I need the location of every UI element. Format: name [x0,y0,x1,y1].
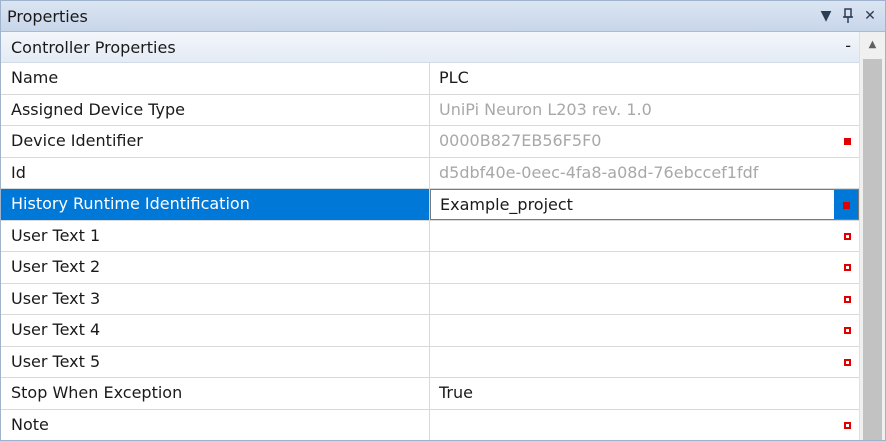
panel-title-bar: Properties ▼ ✕ [1,1,885,32]
property-row[interactable]: Note [1,409,859,441]
property-value-text: True [439,383,473,402]
property-value[interactable]: Example_project [430,189,859,220]
marker-cell[interactable] [834,190,858,219]
close-icon[interactable]: ✕ [861,5,879,27]
property-row[interactable]: Assigned Device Type UniPi Neuron L203 re… [1,94,859,126]
property-value[interactable] [430,410,859,441]
property-value: d5dbf40e-0eec-4fa8-a08d-76ebccef1fdf [430,158,859,189]
filled-marker-icon[interactable] [844,138,851,145]
panel-title: Properties [7,7,88,26]
property-value-text: PLC [439,68,469,87]
property-value: UniPi Neuron L203 rev. 1.0 [430,95,859,126]
property-name[interactable]: Assigned Device Type [1,94,430,125]
property-row[interactable]: User Text 5 [1,346,859,378]
filled-marker-icon[interactable] [843,202,850,209]
property-name[interactable]: Stop When Exception [1,378,430,409]
property-name[interactable]: Name [1,63,430,94]
hollow-marker-icon[interactable] [844,232,851,240]
property-value[interactable] [430,284,859,315]
property-value: 0000B827EB56F5F0 [430,126,859,157]
property-name[interactable]: User Text 5 [1,346,430,377]
property-row[interactable]: User Text 3 [1,283,859,315]
hollow-marker-icon[interactable] [844,421,851,429]
property-name[interactable]: History Runtime Identification [1,189,430,220]
scroll-thumb[interactable] [863,59,882,440]
property-row[interactable]: User Text 4 [1,315,859,347]
property-value[interactable] [430,221,859,252]
property-value[interactable]: PLC [430,63,859,94]
dropdown-icon[interactable]: ▼ [817,5,835,27]
property-name[interactable]: Note [1,409,430,440]
property-name[interactable]: User Text 1 [1,220,430,251]
property-value-text: UniPi Neuron L203 rev. 1.0 [439,99,652,119]
property-value[interactable] [430,315,859,346]
property-name[interactable]: User Text 4 [1,315,430,346]
property-row[interactable]: Name PLC [1,63,859,95]
category-controller-properties[interactable]: Controller Properties - [1,32,859,63]
pin-icon[interactable] [839,5,857,27]
property-name[interactable]: User Text 2 [1,252,430,283]
property-name[interactable]: User Text 3 [1,283,430,314]
property-value-text: Example_project [440,195,573,214]
properties-panel: Properties ▼ ✕ Controller Properties - N… [0,0,886,441]
property-row[interactable]: User Text 2 [1,252,859,284]
hollow-marker-icon[interactable] [844,358,851,366]
property-row[interactable]: Id d5dbf40e-0eec-4fa8-a08d-76ebccef1fdf [1,157,859,189]
scroll-up-icon[interactable]: ▲ [860,32,885,58]
property-value-text: d5dbf40e-0eec-4fa8-a08d-76ebccef1fdf [439,162,759,182]
property-value[interactable] [430,347,859,378]
property-row[interactable]: History Runtime Identification Example_pr… [1,189,859,221]
hollow-marker-icon[interactable] [844,295,851,303]
property-value[interactable] [430,252,859,283]
property-name[interactable]: Device Identifier [1,126,430,157]
category-label: Controller Properties [11,38,176,57]
property-row[interactable]: Stop When Exception True [1,378,859,410]
property-grid: Name PLC Assigned Device Type UniPi Neuron … [1,63,859,441]
property-row[interactable]: Device Identifier 0000B827EB56F5F0 [1,126,859,158]
hollow-marker-icon[interactable] [844,264,851,271]
property-value[interactable]: True [430,378,859,409]
hollow-marker-icon[interactable] [844,327,851,334]
collapse-toggle[interactable]: - [845,36,851,55]
property-row[interactable]: User Text 1 [1,220,859,252]
property-value-text: 0000B827EB56F5F0 [439,131,602,150]
property-name[interactable]: Id [1,157,430,188]
vertical-scrollbar[interactable]: ▲ [859,32,885,440]
